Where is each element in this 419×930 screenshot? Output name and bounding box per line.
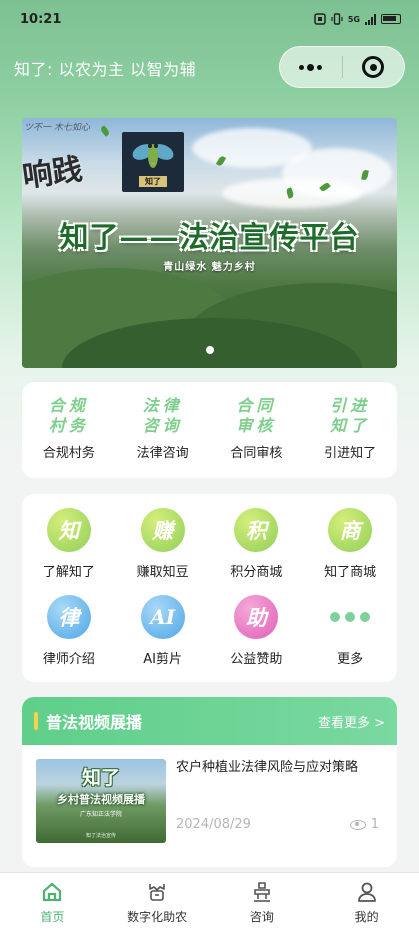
vibrate-icon [331, 13, 343, 25]
grid-item-about[interactable]: 知 了解知了 [22, 508, 116, 594]
video-info: 农户种植业法律风险与应对策略 2024/08/29 1 [166, 759, 383, 843]
close-miniprogram-button[interactable] [343, 47, 405, 87]
video-thumbnail[interactable]: 知了 乡村普法视频展播 广东知正法学院 知了法治宣传 [36, 759, 166, 843]
grid-item-ai-clip[interactable]: AI AI剪片 [116, 595, 210, 681]
bottom-tabbar: 首页 数字化助农 咨询 我的 [0, 872, 419, 930]
service-logo: 法律 咨询 [142, 396, 183, 435]
logo-label: 知了 [139, 175, 167, 187]
view-count: 1 [370, 817, 379, 832]
grid-item-sponsor[interactable]: 助 公益赞助 [210, 595, 304, 681]
feature-grid: 知 了解知了 赚 赚取知豆 积 积分商城 商 知了商城 律 律师介绍 AI AI… [22, 494, 397, 682]
service-introduce[interactable]: 引进 知了 引进知了 [303, 382, 397, 478]
banner-subline: 青山绿水 魅力乡村 [163, 262, 256, 273]
tab-label: 数字化助农 [127, 910, 188, 924]
status-bar: 10:21 5G [0, 0, 419, 38]
video-date: 2024/08/29 [176, 817, 251, 832]
grid-item-more[interactable]: 更多 [303, 595, 397, 681]
service-label: 合规村务 [42, 446, 95, 461]
more-dots-icon [328, 595, 372, 639]
earn-icon: 赚 [140, 508, 185, 552]
service-compliance[interactable]: 合规 村务 合规村务 [22, 382, 116, 478]
tab-home[interactable]: 首页 [0, 873, 105, 930]
grid-label: 公益赞助 [230, 652, 283, 667]
lawyer-icon: 律 [46, 595, 91, 639]
page-title: 知了: 以农为主 以智为辅 [14, 60, 197, 79]
battery-icon [381, 14, 401, 24]
tab-consult[interactable]: 咨询 [210, 873, 315, 930]
banner-corner-text: 响践 [22, 151, 85, 195]
grid-label: 知了商城 [324, 565, 377, 580]
cicada-logo: 知了 [122, 132, 184, 192]
status-icons: 5G [314, 13, 401, 25]
nfc-icon [314, 13, 326, 25]
network-label: 5G [347, 14, 360, 24]
video-title: 农户种植业法律风险与应对策略 [176, 760, 359, 775]
service-label: 法律咨询 [136, 446, 189, 461]
grid-label: 律师介绍 [42, 652, 95, 667]
grid-item-lawyers[interactable]: 律 律师介绍 [22, 595, 116, 681]
thumb-subtitle: 乡村普法视频展播 [57, 793, 145, 806]
grid-item-mall[interactable]: 商 知了商城 [303, 508, 397, 594]
video-views: 1 [349, 817, 379, 832]
target-icon [362, 56, 385, 78]
service-card: 合规 村务 合规村务 法律 咨询 法律咨询 合同 审核 合同审核 引进 知了 引进知了 [22, 382, 397, 478]
grid-item-points-mall[interactable]: 积 积分商城 [210, 508, 304, 594]
tab-profile[interactable]: 我的 [314, 873, 419, 930]
tab-label: 首页 [40, 910, 65, 924]
signal-icon [365, 13, 376, 25]
consult-icon [250, 880, 274, 904]
tab-label: 我的 [354, 910, 379, 924]
profile-icon [355, 880, 379, 904]
sponsor-icon: 助 [234, 595, 279, 639]
home-icon [40, 880, 64, 904]
thumb-org: 广东知正法学院 [79, 811, 122, 818]
grid-label: AI剪片 [143, 652, 182, 667]
grid-label: 更多 [337, 652, 364, 667]
grid-label: 了解知了 [42, 565, 95, 580]
miniprogram-capsule [279, 46, 405, 88]
service-logo: 合规 村务 [48, 396, 89, 435]
status-time: 10:21 [20, 11, 62, 27]
points-icon: 积 [234, 508, 279, 552]
service-legal-consult[interactable]: 法律 咨询 法律咨询 [116, 382, 210, 478]
thumb-title: 知了 [81, 767, 120, 789]
digital-farm-icon [145, 880, 169, 904]
section-title: 普法视频展播 [46, 713, 143, 732]
video-section-header: 普法视频展播 查看更多 > [22, 697, 397, 745]
section-accent-bar [34, 712, 38, 730]
about-icon: 知 [46, 508, 91, 552]
grid-label: 赚取知豆 [136, 565, 189, 580]
thumb-footer: 知了法治宣传 [85, 833, 116, 839]
service-logo: 引进 知了 [330, 396, 371, 435]
mall-icon: 商 [328, 508, 373, 552]
view-more-link[interactable]: 查看更多 > [318, 712, 385, 731]
more-dots-icon [299, 63, 323, 71]
banner-carousel[interactable]: ツ不一 木七如心 响践 知了 知了——法治宣传平台 青山绿水 魅力乡村 [22, 118, 397, 368]
banner-scribble: ツ不一 木七如心 [24, 123, 90, 133]
ai-icon: AI [140, 595, 185, 639]
leaf [99, 125, 111, 137]
service-label: 引进知了 [324, 446, 377, 461]
video-section: 普法视频展播 查看更多 > 知了 乡村普法视频展播 广东知正法学院 知了法治宣传… [22, 697, 397, 867]
banner-headline: 知了——法治宣传平台 [59, 220, 360, 254]
pager-dot[interactable] [205, 346, 214, 354]
eye-icon [349, 819, 366, 830]
service-label: 合同审核 [230, 446, 283, 461]
cicada-icon [132, 143, 174, 168]
grid-label: 积分商城 [230, 565, 283, 580]
tab-digital-farm[interactable]: 数字化助农 [105, 873, 210, 930]
service-logo: 合同 审核 [236, 396, 277, 435]
nav-bar: 知了: 以农为主 以智为辅 [0, 44, 419, 92]
service-contract-review[interactable]: 合同 审核 合同审核 [210, 382, 304, 478]
tab-label: 咨询 [249, 910, 274, 924]
video-list-item[interactable]: 知了 乡村普法视频展播 广东知正法学院 知了法治宣传 农户种植业法律风险与应对策… [22, 745, 397, 857]
more-menu-button[interactable] [280, 47, 342, 87]
banner-pager [22, 346, 397, 354]
grid-item-earn-beans[interactable]: 赚 赚取知豆 [116, 508, 210, 594]
